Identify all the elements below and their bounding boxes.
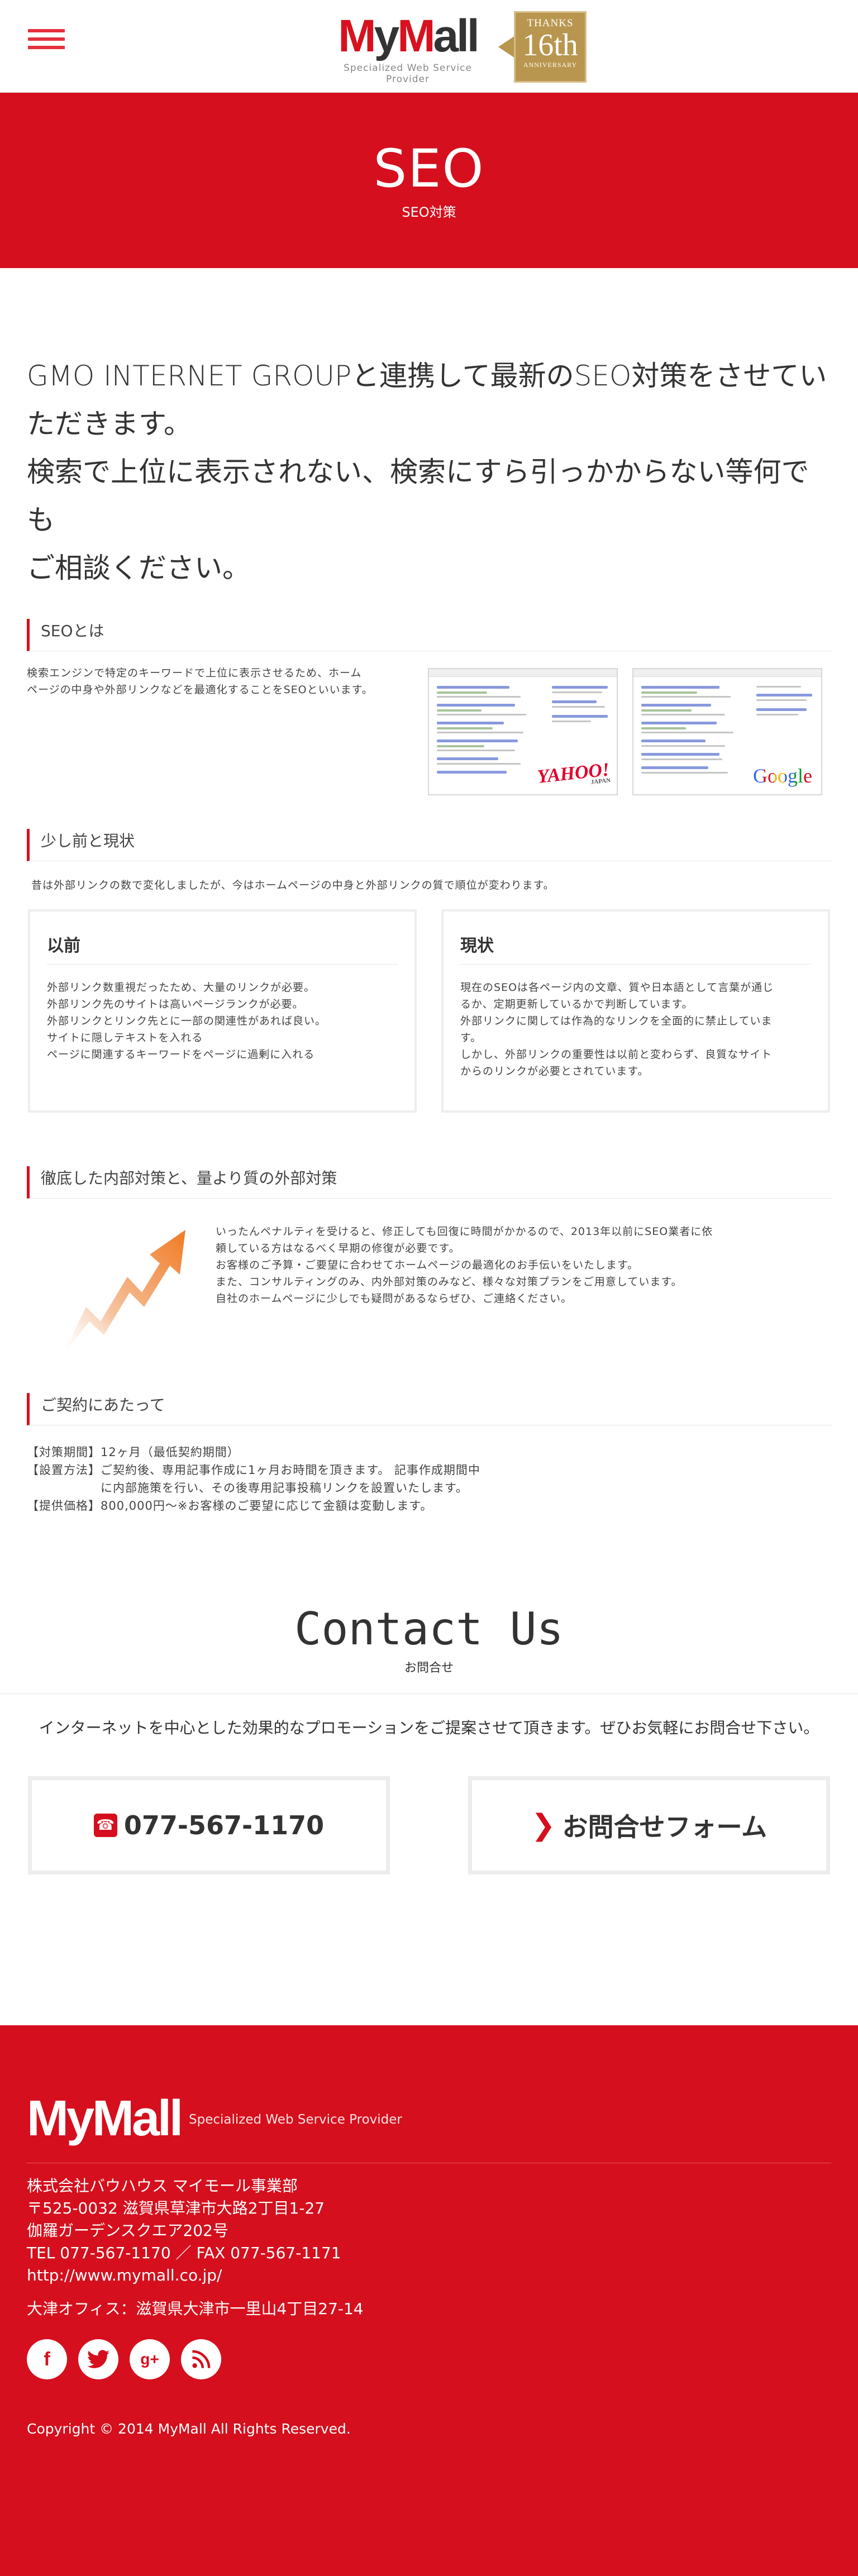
- phone-fax: TEL 077-567-1170 ／ FAX 077-567-1171: [27, 2244, 341, 2262]
- before-card-text: 外部リンク数重視だったため、大量のリンクが必要。 外部リンク先のサイトは高いペー…: [47, 981, 327, 1061]
- before-card-title: 以前: [47, 932, 398, 965]
- intro-line: 検索で上位に表示されない、検索にすら引っかからない等何でも: [27, 456, 809, 536]
- section-title-contract: ご契約にあたって: [27, 1393, 831, 1425]
- contact-form-button[interactable]: ❯ お問合せフォーム: [468, 1776, 830, 1874]
- twitter-icon[interactable]: [78, 2339, 118, 2379]
- company-name: 株式会社バウハウス マイモール事業部: [27, 2177, 298, 2195]
- current-card-text: 現在のSEOは各ページ内の文章、質や日本語として言葉が通じ るか、定期更新してい…: [460, 981, 774, 1077]
- page-hero: SEO SEO対策: [0, 93, 858, 268]
- seo-description: 検索エンジンで特定のキーワードで上位に表示させるため、ホーム ページの中身や外部…: [27, 665, 418, 698]
- now-lead: 昔は外部リンクの数で変化しましたが、今はホームページの中身と外部リンクの質で順位…: [31, 879, 555, 891]
- intro-line: GMO INTERNET GROUPと連携して最新のSEO対策をさせてい: [27, 360, 827, 392]
- phone-button-label: 077-567-1170: [123, 1810, 325, 1840]
- intro-line: ご相談ください。: [27, 552, 250, 584]
- logo-subtitle: Specialized Web Service Provider: [344, 63, 472, 85]
- footer-address: 株式会社バウハウス マイモール事業部 〒525-0032 滋賀県草津市大路2丁目…: [27, 2175, 341, 2287]
- social-links: f g+: [27, 2339, 221, 2379]
- rss-icon[interactable]: [181, 2339, 221, 2379]
- yahoo-logo: YAHOO! JAPAN: [536, 759, 611, 791]
- google-logo-text: Google: [753, 765, 812, 787]
- before-card: 以前 外部リンク数重視だったため、大量のリンクが必要。 外部リンク先のサイトは高…: [28, 909, 417, 1113]
- contact-title: Contact Us: [294, 1603, 564, 1655]
- site-header: MyMall Specialized Web Service Provider …: [0, 0, 858, 93]
- chevron-right-icon: ❯: [531, 1809, 556, 1842]
- phone-icon: ☎: [93, 1814, 117, 1837]
- measures-text: いったんペナルティを受けると、修正しても回復に時間がかかるので、2013年以前に…: [216, 1225, 713, 1305]
- facebook-icon[interactable]: f: [27, 2339, 67, 2379]
- page-title: SEO: [373, 139, 485, 199]
- google-plus-icon[interactable]: g+: [130, 2339, 170, 2379]
- google-logo: Google: [753, 764, 812, 788]
- current-card-title: 現状: [460, 932, 811, 965]
- intro-line: ただきます。: [27, 408, 192, 440]
- section-title-measures: 徹底した内部対策と、量より質の外部対策: [27, 1166, 831, 1199]
- site-logo[interactable]: MyMall Specialized Web Service Provider: [324, 11, 492, 85]
- footer-logo[interactable]: MyMall: [27, 2093, 183, 2144]
- website-link[interactable]: http://www.mymall.co.jp/: [27, 2264, 341, 2287]
- page-subtitle: SEO対策: [402, 204, 456, 220]
- google-search-screenshot: Google: [632, 668, 822, 795]
- address-line: 伽羅ガーデンスクエア202号: [27, 2221, 228, 2240]
- menu-icon[interactable]: [28, 29, 65, 51]
- growth-arrow-icon: [63, 1230, 185, 1355]
- footer-office: 大津オフィス：滋賀県大津市一里山4丁目27-14: [27, 2300, 364, 2318]
- site-footer: MyMall Specialized Web Service Provider …: [0, 2025, 858, 2576]
- badge-line2: 16th: [522, 28, 578, 63]
- phone-button[interactable]: ☎ 077-567-1170: [28, 1776, 390, 1874]
- copyright: Copyright © 2014 MyMall All Rights Reser…: [27, 2421, 351, 2437]
- intro-text: GMO INTERNET GROUPと連携して最新のSEO対策をさせてい ただき…: [27, 352, 831, 592]
- contact-subtitle: お問合せ: [404, 1661, 454, 1675]
- anniversary-badge: THANKS 16th ANNIVERSARY: [498, 11, 587, 83]
- address-line: 〒525-0032 滋賀県草津市大路2丁目1-27: [27, 2199, 325, 2217]
- current-card: 現状 現在のSEOは各ページ内の文章、質や日本語として言葉が通じ るか、定期更新…: [441, 909, 830, 1113]
- logo-text: MyMall: [338, 11, 479, 61]
- footer-tagline: Specialized Web Service Provider: [189, 2112, 402, 2127]
- yahoo-search-screenshot: YAHOO! JAPAN: [428, 668, 618, 795]
- badge-line3: ANNIVERSARY: [523, 61, 578, 69]
- contact-form-button-label: お問合せフォーム: [562, 1812, 768, 1842]
- contact-lead: インターネットを中心とした効果的なプロモーションをご提案させて頂きます。ぜひお気…: [39, 1719, 819, 1737]
- section-title-seo: SEOとは: [27, 619, 831, 651]
- seo-description-line: 検索エンジンで特定のキーワードで上位に表示させるため、ホーム: [27, 667, 362, 679]
- seo-description-line: ページの中身や外部リンクなどを最適化することをSEOといいます。: [27, 684, 373, 696]
- contract-text: 【対策期間】12ヶ月（最低契約期間） 【設置方法】ご契約後、専用記事作成に1ヶ月…: [27, 1446, 480, 1513]
- section-title-now: 少し前と現状: [27, 829, 831, 861]
